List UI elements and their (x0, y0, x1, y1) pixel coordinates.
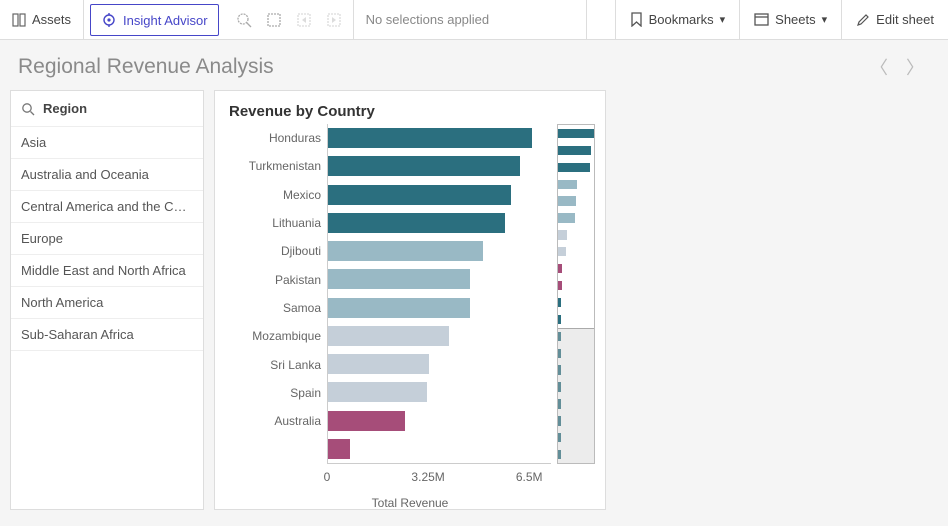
bar[interactable] (328, 156, 520, 176)
selections-tool-icon[interactable] (265, 11, 283, 29)
smart-search-icon[interactable] (235, 11, 253, 29)
bar[interactable] (328, 128, 532, 148)
insight-advisor-button[interactable]: Insight Advisor (90, 4, 219, 36)
y-tick-label: Spain (225, 379, 327, 407)
prev-sheet-button[interactable]: 〈 (870, 54, 888, 80)
filter-item[interactable]: Asia (11, 127, 203, 159)
chevron-down-icon: ▾ (822, 13, 828, 26)
minimap-bar (558, 230, 567, 239)
bookmark-icon (630, 12, 643, 27)
filter-item[interactable]: Australia and Oceania (11, 159, 203, 191)
chart-panel: Revenue by Country HondurasTurkmenistanM… (214, 90, 606, 510)
bar[interactable] (328, 241, 483, 261)
bar[interactable] (328, 326, 449, 346)
x-tick-label: 6.5M (516, 470, 543, 484)
minimap-bar (558, 281, 562, 290)
step-back-icon (295, 11, 313, 29)
page-title: Regional Revenue Analysis (18, 55, 274, 79)
chart-title: Revenue by Country (225, 103, 595, 120)
y-tick-label: Turkmenistan (225, 152, 327, 180)
x-axis: 03.25M6.5M (327, 464, 551, 478)
y-tick-label (225, 436, 327, 464)
bar[interactable] (328, 439, 350, 459)
grid-view-button[interactable] (586, 0, 615, 39)
sheet-title-row: Regional Revenue Analysis 〈 〉 (0, 40, 948, 90)
y-tick-label: Australia (225, 407, 327, 435)
edit-label: Edit sheet (876, 12, 934, 27)
x-axis-label: Total Revenue (225, 496, 595, 510)
insight-label: Insight Advisor (123, 13, 208, 28)
minimap-viewport[interactable] (558, 328, 594, 463)
filter-header-label: Region (43, 101, 87, 116)
chart-bars[interactable] (327, 124, 551, 464)
bar[interactable] (328, 354, 429, 374)
selection-tools (225, 0, 354, 39)
y-tick-label: Sri Lanka (225, 351, 327, 379)
sheets-icon (754, 13, 769, 26)
filter-item[interactable]: Sub-Saharan Africa (11, 319, 203, 351)
chart-body: HondurasTurkmenistanMexicoLithuaniaDjibo… (225, 124, 595, 464)
minimap-bar (558, 146, 591, 155)
sheets-button[interactable]: Sheets ▾ (739, 0, 841, 39)
pencil-icon (856, 13, 870, 27)
assets-button[interactable]: Assets (0, 0, 84, 39)
x-tick-label: 3.25M (411, 470, 444, 484)
filter-item[interactable]: Middle East and North Africa (11, 255, 203, 287)
next-sheet-button[interactable]: 〉 (906, 54, 924, 80)
y-tick-label: Samoa (225, 294, 327, 322)
bar[interactable] (328, 213, 505, 233)
main-area: Region AsiaAustralia and OceaniaCentral … (0, 90, 948, 524)
y-axis-labels: HondurasTurkmenistanMexicoLithuaniaDjibo… (225, 124, 327, 464)
bar[interactable] (328, 269, 470, 289)
minimap-bar (558, 196, 576, 205)
bar[interactable] (328, 298, 470, 318)
x-tick-label: 0 (324, 470, 331, 484)
minimap-bar (558, 163, 590, 172)
bookmarks-button[interactable]: Bookmarks ▾ (615, 0, 740, 39)
filter-pane: Region AsiaAustralia and OceaniaCentral … (10, 90, 204, 510)
filter-item[interactable]: Central America and the Cari... (11, 191, 203, 223)
chevron-down-icon: ▾ (720, 13, 726, 26)
edit-sheet-button[interactable]: Edit sheet (841, 0, 948, 39)
y-tick-label: Mozambique (225, 322, 327, 350)
bar[interactable] (328, 185, 511, 205)
y-tick-label: Honduras (225, 124, 327, 152)
step-forward-icon (325, 11, 343, 29)
top-toolbar: Assets Insight Advisor No selections app… (0, 0, 948, 40)
minimap-bar (558, 213, 575, 222)
bar[interactable] (328, 411, 405, 431)
y-tick-label: Djibouti (225, 237, 327, 265)
bookmarks-label: Bookmarks (649, 12, 714, 27)
y-tick-label: Mexico (225, 181, 327, 209)
filter-item[interactable]: Europe (11, 223, 203, 255)
chart-minimap[interactable] (557, 124, 595, 464)
minimap-bar (558, 180, 577, 189)
search-icon (21, 102, 35, 116)
assets-icon (12, 13, 26, 27)
minimap-bar (558, 264, 562, 273)
sheets-label: Sheets (775, 12, 815, 27)
minimap-bar (558, 129, 594, 138)
sheet-nav: 〈 〉 (870, 54, 930, 80)
filter-item[interactable]: North America (11, 287, 203, 319)
filter-header[interactable]: Region (11, 91, 203, 127)
y-tick-label: Pakistan (225, 266, 327, 294)
minimap-bar (558, 247, 566, 256)
selections-status: No selections applied (354, 0, 502, 39)
bar[interactable] (328, 382, 427, 402)
minimap-bar (558, 298, 561, 307)
insight-icon (101, 12, 117, 28)
y-tick-label: Lithuania (225, 209, 327, 237)
assets-label: Assets (32, 12, 71, 27)
minimap-bar (558, 315, 561, 324)
